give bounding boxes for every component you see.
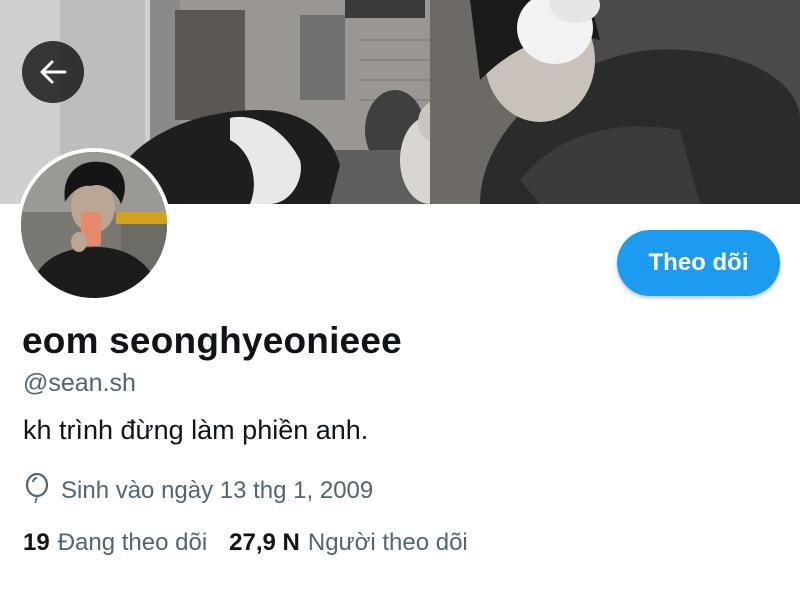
- profile-avatar[interactable]: [17, 148, 171, 302]
- avatar-photo: [21, 152, 167, 298]
- profile-bio: kh trình đừng làm phiền anh.: [23, 415, 369, 445]
- following-label: Đang theo dõi: [57, 529, 208, 556]
- back-button[interactable]: [22, 41, 84, 103]
- balloon-icon: [24, 472, 50, 508]
- display-name: eom seonghyeonieee: [22, 320, 402, 361]
- follow-stats: 19 Đang theo dõi 27,9 N Người theo dõi: [23, 529, 468, 557]
- followers-label: Người theo dõi: [307, 529, 468, 556]
- followers-count: 27,9 N: [229, 529, 300, 556]
- follow-button[interactable]: Theo dõi: [617, 230, 780, 296]
- arrow-left-icon: [38, 57, 68, 87]
- following-count: 19: [23, 529, 50, 556]
- username-handle: @sean.sh: [23, 369, 136, 397]
- birth-date-row: Sinh vào ngày 13 thg 1, 2009: [24, 472, 374, 508]
- following-link[interactable]: 19 Đang theo dõi: [23, 529, 207, 557]
- followers-link[interactable]: 27,9 N Người theo dõi: [229, 529, 468, 557]
- birth-date-text: Sinh vào ngày 13 thg 1, 2009: [61, 476, 374, 504]
